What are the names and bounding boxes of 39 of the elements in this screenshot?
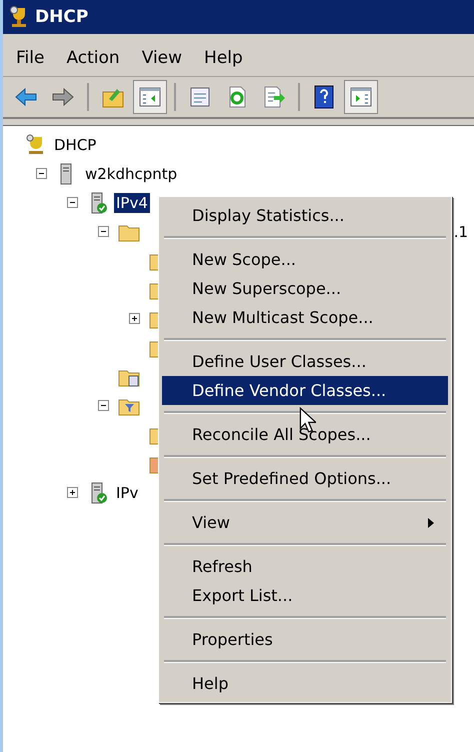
context-menu-item[interactable]: Help xyxy=(162,669,448,698)
help-icon xyxy=(312,85,336,109)
tree-item[interactable]: IPv4 xyxy=(114,192,150,212)
context-menu-item[interactable]: New Superscope... xyxy=(162,274,448,303)
tree-item[interactable]: DHCP xyxy=(52,134,98,154)
window-title: DHCP xyxy=(35,7,88,27)
context-menu-item[interactable]: New Multicast Scope... xyxy=(162,303,448,332)
export-icon xyxy=(262,85,286,109)
menu-item[interactable]: Help xyxy=(195,44,252,72)
tree-item[interactable]: IPv xyxy=(114,482,140,502)
context-menu-item[interactable]: Refresh xyxy=(162,552,448,581)
pane-toggle-button[interactable] xyxy=(133,80,167,114)
pane-toggle-button[interactable] xyxy=(344,80,378,114)
context-menu-item[interactable]: Set Predefined Options... xyxy=(162,464,448,493)
menu-item[interactable]: View xyxy=(132,44,192,72)
context-menu-item[interactable]: Reconcile All Scopes... xyxy=(162,420,448,449)
menu-item[interactable]: File xyxy=(7,44,54,72)
collapse-icon[interactable] xyxy=(67,197,78,208)
collapse-icon[interactable] xyxy=(98,226,109,237)
context-menu-item[interactable]: Properties xyxy=(162,625,448,654)
context-menu-item[interactable]: New Scope... xyxy=(162,245,448,274)
expand-icon[interactable] xyxy=(129,313,140,324)
panel-icon xyxy=(349,85,373,109)
document-icon xyxy=(188,85,212,109)
panel-icon xyxy=(138,85,162,109)
dhcp-trophy-icon xyxy=(9,6,29,28)
collapse-icon[interactable] xyxy=(36,168,47,179)
expand-icon[interactable] xyxy=(67,487,78,498)
context-menu-item[interactable]: View xyxy=(162,508,448,537)
tree-item[interactable]: .1 xyxy=(452,222,470,242)
context-menu-item[interactable]: Define Vendor Classes... xyxy=(162,376,448,405)
menu-item[interactable]: Action xyxy=(57,44,129,72)
tree-item[interactable]: w2kdhcpntp xyxy=(83,164,180,184)
left-arrow-icon xyxy=(14,85,38,109)
context-menu-item[interactable]: Define User Classes... xyxy=(162,347,448,376)
context-menu-item[interactable]: Export List... xyxy=(162,581,448,610)
right-arrow-icon xyxy=(51,85,75,109)
context-menu-item[interactable]: Display Statistics... xyxy=(162,201,448,230)
collapse-icon[interactable] xyxy=(98,400,109,411)
